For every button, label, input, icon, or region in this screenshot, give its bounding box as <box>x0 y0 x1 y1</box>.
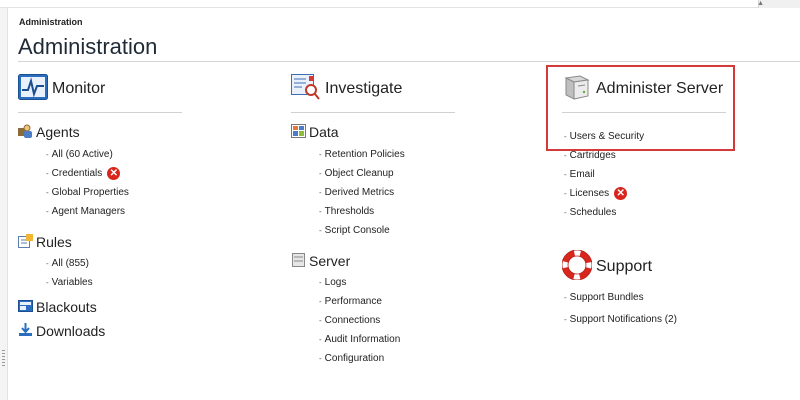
support-bundles-link[interactable]: Support Bundles <box>564 288 732 307</box>
server-logs-link[interactable]: Logs <box>319 273 461 292</box>
data-retention-policies-link[interactable]: Retention Policies <box>319 145 461 164</box>
server-connections-link[interactable]: Connections <box>319 311 461 330</box>
server-icon <box>291 252 306 270</box>
rules-link[interactable]: Rules <box>18 233 188 251</box>
investigate-icon <box>291 73 321 105</box>
downloads-link[interactable]: Downloads <box>18 322 188 340</box>
agents-all-link[interactable]: All (60 Active) <box>46 145 188 164</box>
downloads-title: Downloads <box>36 323 106 339</box>
top-caret-icon[interactable]: ▲ <box>757 0 764 8</box>
server-title: Server <box>309 253 351 269</box>
support-title: Support <box>596 258 653 275</box>
error-icon: ✕ <box>614 187 628 200</box>
agents-global-properties-link[interactable]: Global Properties <box>46 183 188 202</box>
monitor-section: Monitor Agents All (60 Active) Credentia… <box>18 73 188 340</box>
licenses-link[interactable]: Licenses✕ <box>564 184 732 203</box>
data-object-cleanup-link[interactable]: Object Cleanup <box>319 164 461 183</box>
monitor-divider <box>18 112 182 113</box>
investigate-divider <box>291 112 455 113</box>
monitor-heading[interactable]: Monitor <box>18 73 188 105</box>
data-icon <box>291 123 306 141</box>
monitor-title: Monitor <box>52 80 106 97</box>
data-derived-metrics-link[interactable]: Derived Metrics <box>319 183 461 202</box>
blackouts-title: Blackouts <box>36 299 97 315</box>
data-thresholds-link[interactable]: Thresholds <box>319 202 461 221</box>
data-title: Data <box>309 124 339 140</box>
support-notifications-link[interactable]: Support Notifications (2) <box>564 310 732 329</box>
investigate-heading[interactable]: Investigate <box>291 73 461 105</box>
agents-link[interactable]: Agents <box>18 123 188 141</box>
data-link[interactable]: Data <box>291 123 461 141</box>
blackouts-icon <box>18 299 33 316</box>
investigate-section: Investigate Data Retention Policies Obje… <box>291 73 461 368</box>
agents-managers-link[interactable]: Agent Managers <box>46 202 188 221</box>
support-heading[interactable]: Support <box>561 249 732 285</box>
server-performance-link[interactable]: Performance <box>319 292 461 311</box>
blackouts-link[interactable]: Blackouts <box>18 298 188 316</box>
breadcrumb: Administration <box>19 17 83 27</box>
left-panel-strip <box>0 8 8 400</box>
agents-icon <box>18 124 33 141</box>
highlight-box <box>546 65 735 151</box>
server-configuration-link[interactable]: Configuration <box>319 349 461 368</box>
title-divider <box>18 61 800 62</box>
agents-title: Agents <box>36 124 80 140</box>
support-icon <box>561 249 593 285</box>
page-title: Administration <box>18 34 158 59</box>
top-bar-control[interactable] <box>758 0 800 8</box>
rules-variables-link[interactable]: Variables <box>46 273 188 292</box>
rules-all-link[interactable]: All (855) <box>46 254 188 273</box>
top-bar <box>0 0 800 8</box>
rules-title: Rules <box>36 234 72 250</box>
server-link[interactable]: Server <box>291 252 461 270</box>
rules-icon <box>18 233 33 251</box>
downloads-icon <box>18 322 33 340</box>
monitor-icon <box>18 73 48 105</box>
resize-handle[interactable] <box>2 350 5 366</box>
data-script-console-link[interactable]: Script Console <box>319 221 461 240</box>
schedules-link[interactable]: Schedules <box>564 203 732 222</box>
server-audit-information-link[interactable]: Audit Information <box>319 330 461 349</box>
agents-credentials-link[interactable]: Credentials✕ <box>46 164 188 183</box>
email-link[interactable]: Email <box>564 165 732 184</box>
investigate-title: Investigate <box>325 80 403 97</box>
error-icon: ✕ <box>107 167 121 180</box>
